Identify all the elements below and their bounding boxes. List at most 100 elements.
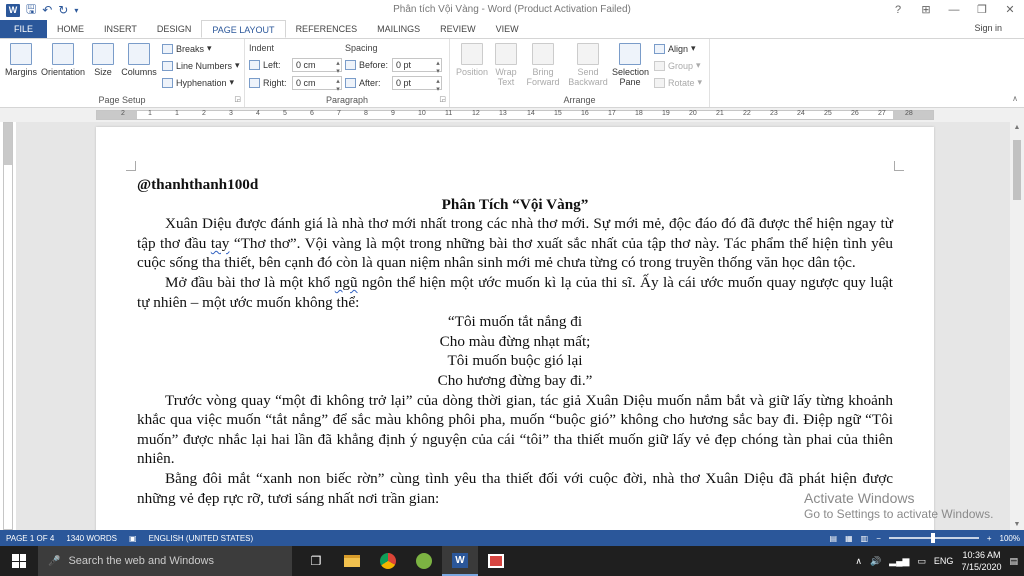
green-app-icon[interactable] xyxy=(406,546,442,576)
ruler-number: 5 xyxy=(283,110,287,117)
page-setup-launcher-icon[interactable]: ◲ xyxy=(234,95,241,103)
margins-button[interactable]: Margins xyxy=(4,43,38,77)
taskbar-search[interactable]: 🎤 Search the web and Windows xyxy=(38,546,292,576)
ruler-number: 6 xyxy=(310,110,314,117)
scroll-down-icon[interactable]: ▼ xyxy=(1010,521,1024,528)
columns-button[interactable]: Columns xyxy=(120,43,158,77)
clock-date: 7/15/2020 xyxy=(961,562,1002,572)
clock[interactable]: 10:36 AM 7/15/2020 xyxy=(961,549,1001,573)
tab-mailings[interactable]: MAILINGS xyxy=(367,20,430,38)
view-controls: ▤ ▦ ▥ − + 100% xyxy=(830,530,1020,546)
spelling-flag[interactable]: ngũ xyxy=(335,274,358,291)
orientation-button[interactable]: Orientation xyxy=(40,43,86,77)
zoom-in-icon[interactable]: + xyxy=(987,534,992,543)
zoom-slider-knob[interactable] xyxy=(930,533,935,543)
arrange-group: Position Wrap Text Bring Forward Send Ba… xyxy=(450,39,710,107)
tab-view[interactable]: VIEW xyxy=(486,20,529,38)
windows-logo-icon xyxy=(12,554,26,568)
word-count[interactable]: 1340 WORDS xyxy=(60,534,123,543)
tab-references[interactable]: REFERENCES xyxy=(286,20,368,38)
align-button[interactable]: Align ▾ xyxy=(654,43,696,54)
indent-right-icon xyxy=(249,78,260,88)
word-taskbar-icon[interactable]: W xyxy=(442,546,478,576)
web-layout-icon[interactable]: ▥ xyxy=(861,534,869,543)
verse-line: Cho hương đừng bay đi.” xyxy=(437,371,593,389)
vertical-ruler[interactable] xyxy=(3,122,13,530)
indent-right-input[interactable]: 0 cm xyxy=(292,76,342,93)
group-icon xyxy=(654,60,665,71)
ruler-number: 12 xyxy=(472,110,480,117)
align-icon xyxy=(654,43,665,54)
input-language[interactable]: ENG xyxy=(934,556,954,566)
send-backward-button[interactable]: Send Backward xyxy=(566,43,610,87)
vertical-scrollbar[interactable]: ▲ ▼ xyxy=(1010,122,1024,530)
help-button[interactable]: ? xyxy=(884,0,912,20)
paragraph-4: Bằng đôi mắt “xanh non biếc rờn” cùng tì… xyxy=(137,469,893,507)
tab-review[interactable]: REVIEW xyxy=(430,20,486,38)
notifications-icon[interactable]: ▤ xyxy=(1009,556,1018,567)
ribbon-display-button[interactable]: ⊞ xyxy=(912,0,940,20)
network-icon[interactable]: ▂▄▆ xyxy=(889,556,909,567)
wrap-text-button[interactable]: Wrap Text xyxy=(492,43,520,87)
columns-icon xyxy=(128,43,150,65)
breaks-button[interactable]: Breaks ▾ xyxy=(162,43,212,54)
minimize-button[interactable]: — xyxy=(940,0,968,20)
paragraph-launcher-icon[interactable]: ◲ xyxy=(439,95,446,103)
position-button[interactable]: Position xyxy=(454,43,490,77)
zoom-slider[interactable] xyxy=(888,533,979,543)
selection-pane-button[interactable]: Selection Pane xyxy=(612,43,649,87)
scroll-up-icon[interactable]: ▲ xyxy=(1010,124,1024,131)
close-button[interactable]: ✕ xyxy=(996,0,1024,20)
ruler-number: 17 xyxy=(608,110,616,117)
ribbon: Margins Orientation Size Columns Breaks ▾… xyxy=(0,38,1024,108)
battery-icon[interactable]: ▭ xyxy=(917,556,926,567)
file-explorer-icon[interactable] xyxy=(334,546,370,576)
document-body[interactable]: @thanhthanh100d Phân Tích “Vội Vàng” Xuâ… xyxy=(137,175,893,508)
size-button[interactable]: Size xyxy=(90,43,116,77)
restore-button[interactable]: ❐ xyxy=(968,0,996,20)
document-page[interactable]: @thanhthanh100d Phân Tích “Vội Vàng” Xuâ… xyxy=(96,127,934,530)
collapse-ribbon-icon[interactable]: ∧ xyxy=(1012,94,1018,103)
page-count[interactable]: PAGE 1 OF 4 xyxy=(0,534,60,543)
tab-file[interactable]: FILE xyxy=(0,20,48,38)
horizontal-ruler[interactable]: 2 1 1 2 3 4 5 6 7 8 9 10 11 12 13 14 15 16 17 18 19 20 21 22 23 2… xyxy=(96,110,934,120)
read-mode-icon[interactable]: ▤ xyxy=(830,534,838,543)
spelling-flag[interactable]: tay xyxy=(211,235,230,252)
hyphenation-button[interactable]: Hyphenation ▾ xyxy=(162,77,234,88)
vruler-top-margin xyxy=(4,123,12,165)
volume-icon[interactable]: 🔊 xyxy=(870,556,881,567)
ruler-number: 2 xyxy=(121,110,125,117)
spacing-before-input[interactable]: 0 pt xyxy=(392,58,442,75)
scroll-thumb[interactable] xyxy=(1013,140,1021,200)
zoom-out-icon[interactable]: − xyxy=(876,534,881,543)
sign-in-link[interactable]: Sign in xyxy=(974,23,1002,33)
zoom-level[interactable]: 100% xyxy=(1000,534,1020,543)
tab-design[interactable]: DESIGN xyxy=(147,20,202,38)
indent-left-input[interactable]: 0 cm xyxy=(292,58,342,75)
chrome-icon[interactable] xyxy=(370,546,406,576)
language-indicator[interactable]: ENGLISH (UNITED STATES) xyxy=(143,534,260,543)
tab-page-layout[interactable]: PAGE LAYOUT xyxy=(201,20,286,38)
line-numbers-icon xyxy=(162,60,173,71)
spacing-heading: Spacing xyxy=(345,43,378,53)
print-layout-icon[interactable]: ▦ xyxy=(845,534,853,543)
document-area[interactable]: @thanhthanh100d Phân Tích “Vội Vàng” Xuâ… xyxy=(16,122,1010,530)
group-button[interactable]: Group ▾ xyxy=(654,60,701,71)
ruler-number: 19 xyxy=(662,110,670,117)
rotate-button[interactable]: Rotate ▾ xyxy=(654,77,702,88)
line-numbers-button[interactable]: Line Numbers ▾ xyxy=(162,60,240,71)
spacing-before-control: Before: 0 pt xyxy=(345,58,442,75)
ruler-left-margin xyxy=(97,111,137,119)
wrap-text-icon xyxy=(495,43,517,65)
task-view-icon[interactable]: ❐ xyxy=(298,546,334,576)
proofing-icon[interactable]: ▣ xyxy=(123,534,143,543)
ruler-number: 8 xyxy=(364,110,368,117)
start-button[interactable] xyxy=(0,546,38,576)
bring-forward-button[interactable]: Bring Forward xyxy=(522,43,564,87)
tab-home[interactable]: HOME xyxy=(47,20,94,38)
taskbar: 🎤 Search the web and Windows ❐ W ∧ 🔊 ▂▄▆… xyxy=(0,546,1024,576)
tab-insert[interactable]: INSERT xyxy=(94,20,147,38)
snipping-tool-icon[interactable] xyxy=(478,546,514,576)
show-hidden-icons-icon[interactable]: ∧ xyxy=(855,556,862,567)
spacing-after-input[interactable]: 0 pt xyxy=(392,76,442,93)
